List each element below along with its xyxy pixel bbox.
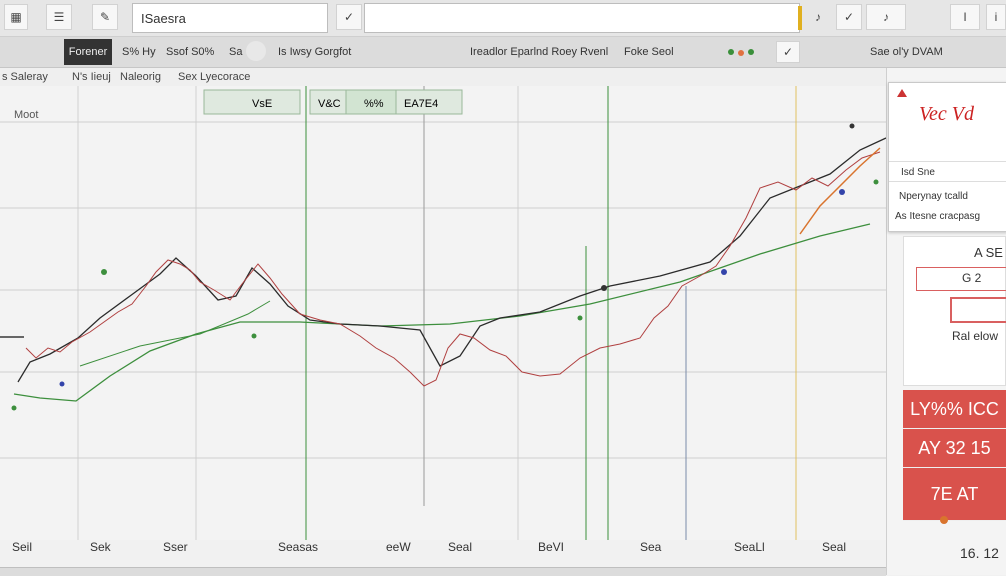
tab-3[interactable]: Naleorig [120, 71, 161, 83]
tab-strip: s Saleray N's Iieuj Naleorig Sex Lyecora… [0, 68, 886, 87]
ribbon-right-label: Sae ol'y DVAM [870, 46, 943, 58]
x-label-8: Sea [640, 540, 662, 554]
x-label-9: SeaLl [734, 540, 765, 554]
popup-line-1[interactable]: Nperynay tcalld [899, 191, 968, 202]
confirm-icon[interactable]: ✓ [836, 4, 862, 30]
panel-marker [940, 516, 948, 524]
y-axis-label: Moot [14, 109, 38, 121]
ribbon-center-label-2: Foke Seol [624, 46, 674, 58]
top-toolbar: ▦ ☰ ✎ ISaesra ✓ ♪ ✓ ♪ I i [0, 0, 1006, 37]
ribbon-item-1[interactable]: S% Hy [122, 46, 156, 58]
status-dot-green-2 [748, 49, 754, 55]
sheet-title: Is Iwsy Gorgfot [278, 46, 352, 58]
panel-logo: Vec Vd [919, 103, 974, 125]
x-label-2: Sek [90, 540, 111, 554]
badge-1: VsE [252, 98, 272, 110]
chart-background [0, 86, 890, 540]
ribbon-check-button[interactable]: ✓ [776, 41, 800, 63]
ribbon-center-label: Ireadlor Eparlnd Roey Rvenl [470, 46, 609, 58]
more-icon[interactable]: i [986, 4, 1006, 30]
x-label-6: Seal [448, 540, 473, 554]
status-dot-green [728, 49, 734, 55]
info-icon[interactable]: I [950, 4, 980, 30]
note-icon[interactable]: ♪ [806, 4, 830, 30]
popup-title: Isd Sne [901, 167, 935, 178]
cursor-marker [798, 6, 802, 30]
x-label-7: BeVI [538, 540, 565, 554]
panel-label-1: A SE [974, 245, 1003, 260]
formula-input[interactable] [364, 3, 800, 33]
panel-label-3: Ral elow [952, 329, 999, 343]
check-icon: ✓ [343, 10, 355, 24]
tool-icon[interactable]: ✎ [92, 4, 118, 30]
x-label-5: eeW [386, 540, 411, 554]
badge-3: %% [364, 98, 384, 110]
list-icon[interactable]: ☰ [46, 4, 72, 30]
check-button[interactable]: ✓ [336, 4, 362, 30]
panel-bottom-value: 16. 12 [960, 545, 999, 561]
left-edge-marker [0, 336, 24, 338]
ribbon-item-2[interactable]: Ssof S0% [166, 46, 214, 58]
status-dot-orange [738, 50, 744, 56]
line-chart[interactable]: Moot VsE V&C %% EA7E4 [0, 86, 890, 540]
tab-2[interactable]: N's Iieuj [72, 71, 111, 83]
search-value: ISaesra [141, 10, 186, 26]
chart-badges: VsE V&C %% EA7E4 [203, 89, 463, 115]
circle-icon[interactable] [246, 41, 266, 61]
search-input[interactable]: ISaesra [132, 3, 328, 33]
badge-4: EA7E4 [404, 98, 438, 110]
badge-2: V&C [318, 98, 341, 110]
x-label-3: Sser [163, 540, 188, 554]
tab-1[interactable]: s Saleray [2, 71, 48, 83]
red-stat-2[interactable]: AY 32 15 [903, 429, 1006, 468]
info-popup: Vec Vd Isd Sne Nperynay tcalld As Itesne… [888, 82, 1006, 232]
music-icon[interactable]: ♪ [866, 4, 906, 30]
x-label-1: Seil [12, 540, 33, 554]
tab-4[interactable]: Sex Lyecorace [178, 71, 250, 83]
popup-line-2[interactable]: As Itesne cracpasg [895, 211, 980, 222]
red-stat-1[interactable]: LY%% ICC [903, 390, 1006, 429]
ribbon-item-3[interactable]: Sa [229, 46, 242, 58]
red-stat-3[interactable]: 7E AT [903, 468, 1006, 521]
ribbon-bar: Forener S% Hy Ssof S0% Sa Is Iwsy Gorgfo… [0, 37, 1006, 68]
active-mode-button[interactable]: Forener [64, 39, 112, 65]
panel-label-2: G 2 [962, 271, 982, 285]
warning-icon [897, 89, 907, 97]
x-label-10: Seal [822, 540, 847, 554]
x-label-4: Seasas [278, 540, 319, 554]
grid-icon[interactable]: ▦ [4, 4, 28, 30]
panel-card: A SE G 2 Ral elow [903, 236, 1006, 386]
